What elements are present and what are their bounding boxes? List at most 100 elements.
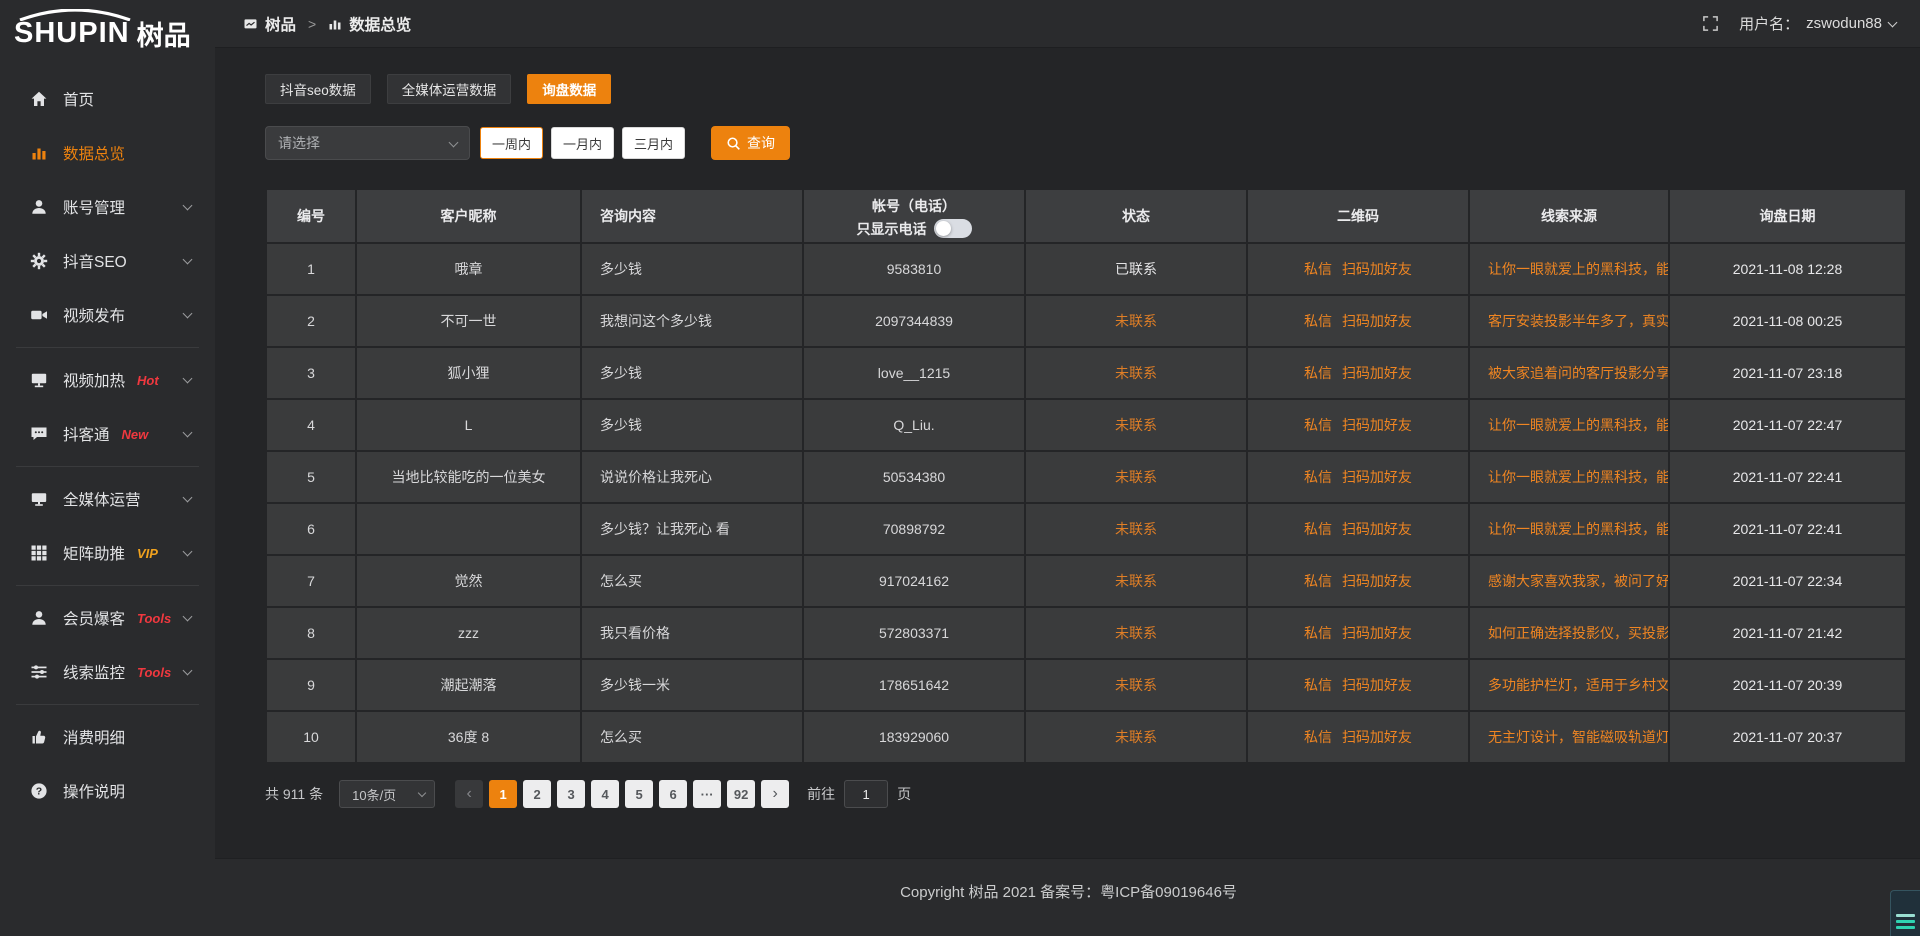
customer-nickname-cell: 哦章 [356,243,581,295]
tab-douyin-seo-data[interactable]: 抖音seo数据 [265,74,371,104]
private-message-link[interactable]: 私信 [1304,313,1332,329]
lead-source-link[interactable]: 多功能护栏灯，适用于乡村文... [1469,659,1669,711]
scan-add-friend-link[interactable]: 扫码加好友 [1342,469,1412,485]
sidebar-item-lead-monitor[interactable]: 线索监控 Tools [0,645,215,699]
help-circle-icon: ? [30,782,48,800]
lead-source-link[interactable]: 让你一眼就爱上的黑科技，能... [1469,399,1669,451]
fullscreen-icon[interactable] [1702,15,1719,32]
chevron-down-icon [183,427,193,437]
phone-only-toggle[interactable] [934,219,972,238]
private-message-link[interactable]: 私信 [1304,729,1332,745]
scan-add-friend-link[interactable]: 扫码加好友 [1342,521,1412,537]
chat-bubble-icon [30,425,48,443]
filter-select[interactable]: 请选择 [265,126,470,160]
jump-suffix: 页 [897,784,911,804]
sidebar-divider [16,585,199,586]
lead-source-link[interactable]: 让你一眼就爱上的黑科技，能... [1469,503,1669,555]
sidebar-item-help[interactable]: ? 操作说明 [0,764,215,818]
sliders-icon [30,663,48,681]
main-area: 树品 > 数据总览 用户名：zswodun88 抖音seo数据 全媒体运营数据 … [215,0,1920,936]
page-button-92[interactable]: 92 [727,780,755,808]
inquiry-date-cell: 2021-11-07 22:41 [1669,503,1906,555]
data-tabs: 抖音seo数据 全媒体运营数据 询盘数据 [265,74,1907,104]
page-button-5[interactable]: 5 [625,780,653,808]
username: zswodun88 [1806,15,1882,32]
sidebar-menu: 首页 数据总览 账号管理 抖音SEO 视频发布 [0,58,215,818]
period-quarter-button[interactable]: 三月内 [622,127,685,159]
query-button[interactable]: 查询 [711,126,790,160]
status-cell: 未联系 [1025,503,1247,555]
account-cell: love__1215 [803,347,1025,399]
bar-chart-icon [30,144,48,162]
scan-add-friend-link[interactable]: 扫码加好友 [1342,625,1412,641]
sidebar-item-member-traffic[interactable]: 会员爆客 Tools [0,591,215,645]
lead-source-link[interactable]: 如何正确选择投影仪，买投影... [1469,607,1669,659]
private-message-link[interactable]: 私信 [1304,365,1332,381]
scan-add-friend-link[interactable]: 扫码加好友 [1342,261,1412,277]
page-size-select[interactable]: 10条/页 [339,780,435,808]
chevron-down-icon [183,492,193,502]
private-message-link[interactable]: 私信 [1304,573,1332,589]
page-button-···[interactable]: ··· [693,780,721,808]
corner-widget[interactable] [1890,890,1920,936]
sidebar-item-video-heat[interactable]: 视频加热 Hot [0,353,215,407]
header-nickname: 客户昵称 [356,189,581,243]
sidebar-item-expense-detail[interactable]: 消费明细 [0,710,215,764]
sidebar-item-douyin-seo[interactable]: 抖音SEO [0,234,215,288]
private-message-link[interactable]: 私信 [1304,469,1332,485]
tv-icon [30,371,48,389]
footer: Copyright 树品 2021 备案号：粤ICP备09019646号 [215,858,1920,936]
table-row: 1 哦章 多少钱 9583810 已联系 私信 扫码加好友 让你一眼就爱上的黑科… [266,243,1906,295]
lead-source-link[interactable]: 被大家追着问的客厅投影分享... [1469,347,1669,399]
sidebar-item-account-management[interactable]: 账号管理 [0,180,215,234]
tab-inquiry-data[interactable]: 询盘数据 [527,74,611,104]
period-week-button[interactable]: 一周内 [480,127,543,159]
scan-add-friend-link[interactable]: 扫码加好友 [1342,313,1412,329]
status-cell: 未联系 [1025,295,1247,347]
lead-source-link[interactable]: 让你一眼就爱上的黑科技，能... [1469,243,1669,295]
sidebar-item-matrix-boost[interactable]: 矩阵助推 VIP [0,526,215,580]
period-month-button[interactable]: 一月内 [551,127,614,159]
chevron-down-icon [183,611,193,621]
private-message-link[interactable]: 私信 [1304,677,1332,693]
sidebar-item-data-overview[interactable]: 数据总览 [0,126,215,180]
sidebar-item-video-publish[interactable]: 视频发布 [0,288,215,342]
jump-page-input[interactable] [844,780,888,808]
breadcrumb-home[interactable]: 树品 [265,13,296,35]
prev-page-button[interactable]: ‹ [455,780,483,808]
qr-cell: 私信 扫码加好友 [1247,503,1469,555]
lead-source-link[interactable]: 让你一眼就爱上的黑科技，能... [1469,451,1669,503]
page-button-1[interactable]: 1 [489,780,517,808]
lead-source-link[interactable]: 客厅安装投影半年多了，真实... [1469,295,1669,347]
sidebar-item-home[interactable]: 首页 [0,72,215,126]
inquiry-date-cell: 2021-11-07 23:18 [1669,347,1906,399]
widget-stripe [1896,914,1915,917]
page-button-2[interactable]: 2 [523,780,551,808]
lead-source-link[interactable]: 无主灯设计，智能磁吸轨道灯... [1469,711,1669,763]
tab-all-media-data[interactable]: 全媒体运营数据 [387,74,512,104]
page-button-4[interactable]: 4 [591,780,619,808]
row-number-cell: 9 [266,659,356,711]
scan-add-friend-link[interactable]: 扫码加好友 [1342,729,1412,745]
lead-source-link[interactable]: 感谢大家喜欢我家，被问了好... [1469,555,1669,607]
private-message-link[interactable]: 私信 [1304,261,1332,277]
inquiry-table: 编号 客户昵称 咨询内容 帐号（电话） 只显示电话 状态 二维码 线索来源 [265,188,1907,764]
logo-arc [16,9,134,21]
gear-icon [30,252,48,270]
status-cell: 未联系 [1025,347,1247,399]
scan-add-friend-link[interactable]: 扫码加好友 [1342,365,1412,381]
page-button-6[interactable]: 6 [659,780,687,808]
jump-label: 前往 [807,784,835,804]
inquiry-date-cell: 2021-11-07 21:42 [1669,607,1906,659]
scan-add-friend-link[interactable]: 扫码加好友 [1342,417,1412,433]
sidebar-item-all-media-operation[interactable]: 全媒体运营 [0,472,215,526]
scan-add-friend-link[interactable]: 扫码加好友 [1342,677,1412,693]
page-button-3[interactable]: 3 [557,780,585,808]
private-message-link[interactable]: 私信 [1304,417,1332,433]
user-menu[interactable]: 用户名：zswodun88 [1739,13,1896,34]
scan-add-friend-link[interactable]: 扫码加好友 [1342,573,1412,589]
sidebar-item-doukerton[interactable]: 抖客通 New [0,407,215,461]
private-message-link[interactable]: 私信 [1304,521,1332,537]
next-page-button[interactable]: › [761,780,789,808]
private-message-link[interactable]: 私信 [1304,625,1332,641]
